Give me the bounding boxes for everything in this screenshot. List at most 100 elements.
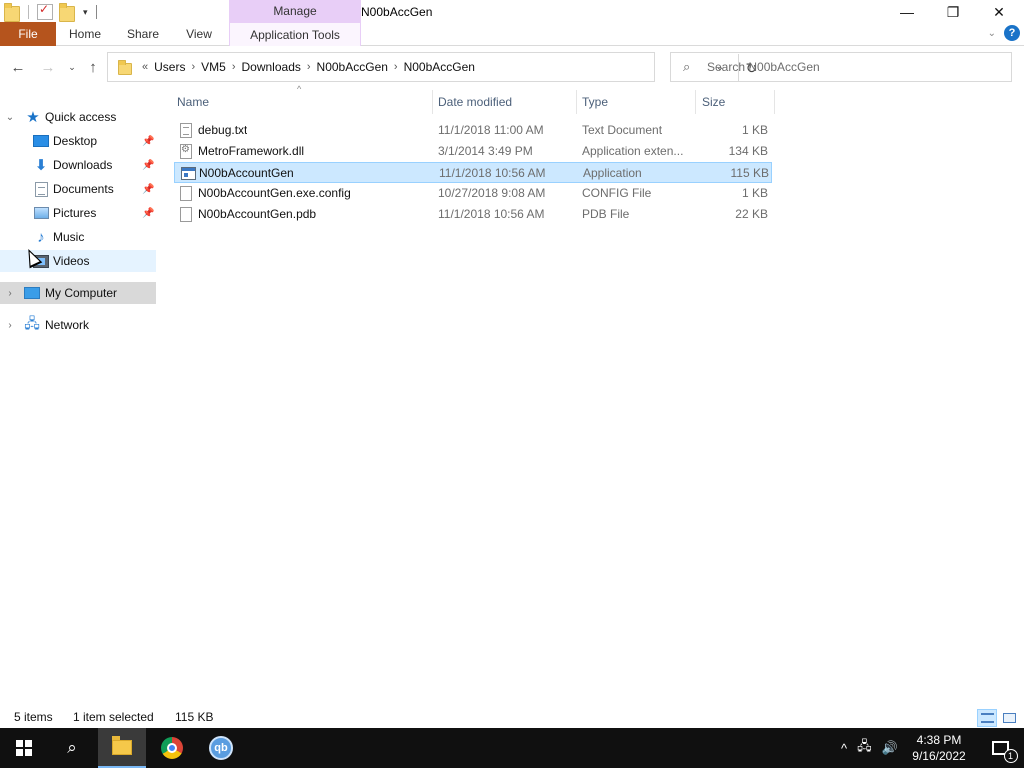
- file-type: Text Document: [582, 123, 663, 137]
- breadcrumb-n00baccgen-parent[interactable]: N00bAccGen: [311, 60, 394, 74]
- file-row[interactable]: MetroFramework.dll 3/1/2014 3:49 PM Appl…: [174, 141, 772, 162]
- breadcrumb-n00baccgen-current[interactable]: N00bAccGen: [398, 60, 481, 74]
- file-row[interactable]: N00bAccountGen.pdb 11/1/2018 10:56 AM PD…: [174, 204, 772, 225]
- selection-size: 115 KB: [175, 710, 214, 724]
- nav-item-downloads[interactable]: ⬇ Downloads 📌: [0, 154, 156, 176]
- nav-network[interactable]: › 🖧 Network: [0, 314, 156, 336]
- qat-divider: [95, 5, 97, 19]
- taskbar-clock[interactable]: 4:38 PM 9/16/2022: [906, 732, 972, 764]
- search-box[interactable]: ⌕: [670, 52, 1012, 82]
- file-explorer-icon: [112, 735, 132, 755]
- tab-file[interactable]: File: [0, 22, 56, 46]
- download-icon: ⬇: [34, 157, 48, 174]
- chevron-down-icon[interactable]: ▾: [83, 7, 88, 18]
- network-icon: 🖧: [24, 315, 40, 331]
- address-bar[interactable]: « Users › VM5 › Downloads › N00bAccGen ›…: [107, 52, 757, 82]
- help-icon[interactable]: ?: [1004, 25, 1020, 41]
- file-row[interactable]: N00bAccountGen.exe.config 10/27/2018 9:0…: [174, 183, 772, 204]
- new-folder-icon[interactable]: [59, 3, 75, 22]
- ribbon-right-controls: ⌄ ?: [988, 25, 1020, 41]
- breadcrumb-users[interactable]: Users: [148, 60, 191, 74]
- pin-icon[interactable]: 📌: [142, 184, 154, 195]
- minimize-button[interactable]: —: [884, 0, 930, 24]
- chevron-right-icon[interactable]: ›: [4, 320, 16, 331]
- file-size: 22 KB: [735, 207, 768, 221]
- file-type: CONFIG File: [582, 186, 652, 200]
- chevron-right-icon[interactable]: ›: [4, 288, 16, 299]
- notification-badge: 1: [1003, 749, 1018, 763]
- tab-application-tools[interactable]: Application Tools: [229, 22, 361, 46]
- large-icons-view-button[interactable]: [999, 709, 1019, 727]
- computer-icon: [24, 285, 40, 301]
- column-divider[interactable]: [576, 90, 577, 114]
- nav-label: Documents: [53, 182, 114, 196]
- desktop-icon: [33, 133, 49, 149]
- start-button[interactable]: [0, 728, 48, 768]
- taskbar-chrome[interactable]: [148, 728, 196, 768]
- details-view-icon: [980, 713, 994, 723]
- column-header-size[interactable]: Size: [702, 92, 772, 112]
- file-size: 1 KB: [741, 123, 768, 137]
- documents-icon: [33, 181, 49, 197]
- chevron-down-icon[interactable]: ⌄: [4, 112, 16, 123]
- column-header-type[interactable]: Type: [582, 92, 694, 112]
- close-button[interactable]: ✕: [976, 0, 1022, 24]
- file-name: N00bAccountGen.exe.config: [198, 186, 351, 200]
- pin-icon[interactable]: 📌: [142, 208, 154, 219]
- file-row[interactable]: debug.txt 11/1/2018 11:00 AM Text Docume…: [174, 120, 772, 141]
- status-bar: 5 items 1 item selected 115 KB: [0, 706, 1024, 728]
- up-arrow-icon[interactable]: ↑: [83, 57, 103, 77]
- qbittorrent-icon: qb: [209, 736, 233, 760]
- tab-share[interactable]: Share: [118, 22, 168, 46]
- nav-item-desktop[interactable]: Desktop 📌: [0, 130, 156, 152]
- column-label: Name: [177, 95, 210, 109]
- expand-ribbon-icon[interactable]: ⌄: [988, 28, 996, 39]
- folder-icon: [118, 59, 132, 75]
- file-row-selected[interactable]: N00bAccountGen 11/1/2018 10:56 AM Applic…: [174, 162, 772, 183]
- column-divider[interactable]: [432, 90, 433, 114]
- taskbar-qbittorrent[interactable]: qb: [197, 728, 245, 768]
- back-arrow-icon[interactable]: ←: [8, 57, 28, 77]
- properties-icon[interactable]: [37, 2, 53, 20]
- tab-home[interactable]: Home: [60, 22, 110, 46]
- music-icon: ♪: [37, 228, 45, 246]
- taskbar-file-explorer[interactable]: [98, 728, 146, 768]
- details-view-button[interactable]: [977, 709, 997, 727]
- column-divider[interactable]: [695, 90, 696, 114]
- nav-my-computer[interactable]: › My Computer: [0, 282, 156, 304]
- volume-icon[interactable]: 🔊: [882, 740, 898, 756]
- pin-icon[interactable]: 📌: [142, 136, 154, 147]
- breadcrumb-downloads[interactable]: Downloads: [236, 60, 307, 74]
- nav-quick-access[interactable]: ⌄ ★ Quick access: [0, 106, 156, 128]
- action-center-button[interactable]: 1: [980, 728, 1020, 768]
- application-icon: [181, 167, 196, 180]
- breadcrumb-vm5[interactable]: VM5: [195, 60, 232, 74]
- folder-icon[interactable]: [4, 3, 20, 22]
- window-title: N00bAccGen: [361, 5, 433, 19]
- clock-date: 9/16/2022: [912, 749, 966, 763]
- file-list: Name ^ Date modified Type Size debug.txt…: [156, 84, 1024, 706]
- file-type: PDB File: [582, 207, 630, 221]
- file-type: Application: [583, 166, 642, 180]
- manage-context-tab[interactable]: Manage: [229, 0, 361, 22]
- tab-view[interactable]: View: [176, 22, 222, 46]
- forward-arrow-icon[interactable]: →: [38, 57, 58, 77]
- nav-label: Downloads: [53, 158, 113, 172]
- chrome-icon: [161, 737, 183, 759]
- column-header-date[interactable]: Date modified: [438, 92, 578, 112]
- restore-button[interactable]: ❐: [930, 0, 976, 24]
- nav-item-documents[interactable]: Documents 📌: [0, 178, 156, 200]
- nav-item-music[interactable]: ♪ Music: [0, 226, 156, 248]
- column-header-name[interactable]: Name ^: [177, 84, 433, 112]
- large-icons-view-icon: [1002, 713, 1016, 723]
- recent-locations-chevron-icon[interactable]: ⌄: [62, 57, 82, 77]
- network-status-icon[interactable]: 🖧: [857, 737, 872, 759]
- column-divider[interactable]: [774, 90, 775, 114]
- nav-item-pictures[interactable]: Pictures 📌: [0, 202, 156, 224]
- taskbar-search-button[interactable]: ⌕: [48, 728, 96, 768]
- blank-file-icon: [180, 186, 192, 201]
- search-input[interactable]: [707, 60, 987, 74]
- pin-icon[interactable]: 📌: [142, 160, 154, 171]
- file-type: Application exten...: [582, 144, 684, 158]
- show-hidden-icons-chevron-icon[interactable]: ^: [841, 741, 847, 756]
